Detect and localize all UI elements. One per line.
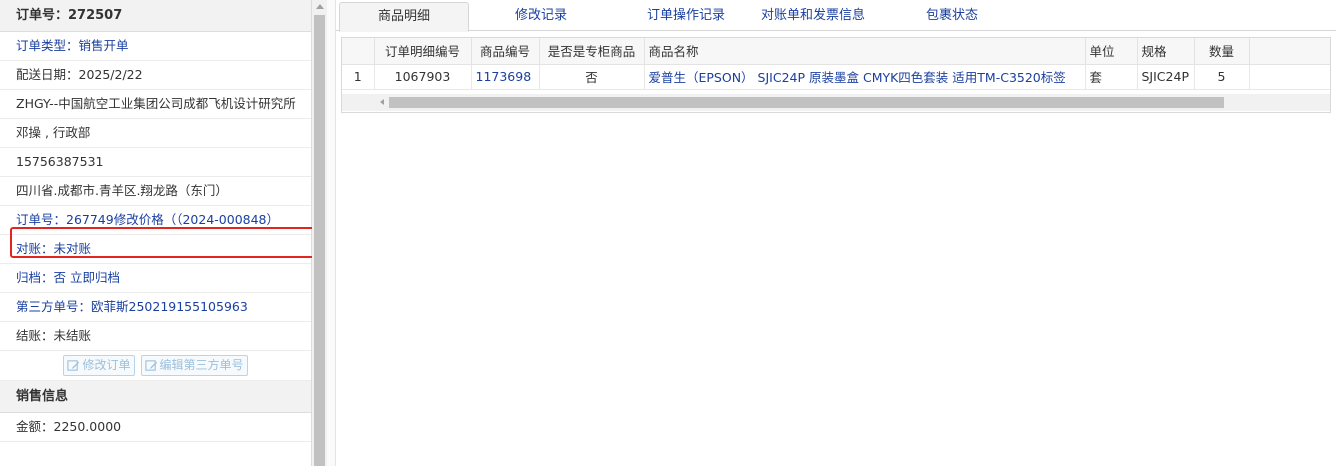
edit-icon bbox=[67, 360, 80, 371]
archive-status: 归档：否 立即归档 bbox=[0, 264, 311, 293]
column-header[interactable]: 是否是专柜商品 bbox=[539, 38, 645, 65]
edit-third-party-button[interactable]: 编辑第三方单号 bbox=[140, 355, 248, 376]
spec-cell: SJIC24P bbox=[1137, 64, 1195, 90]
edit-order-button[interactable]: 修改订单 bbox=[63, 355, 135, 376]
unit-cell: 套 bbox=[1085, 64, 1138, 90]
third-party-order: 第三方单号：欧菲斯250219155105963 bbox=[0, 293, 311, 322]
table-header-row: 订单明细编号 商品编号 是否是专柜商品 商品名称 单位 规格 数量 单价 bbox=[342, 38, 1330, 65]
delivery-address: 四川省.成都市.青羊区.翔龙路（东门） bbox=[0, 177, 311, 206]
detail-panel: 商品明细 修改记录 订单操作记录 对账单和发票信息 包裹状态 订单明细编号 商品… bbox=[336, 0, 1336, 466]
archive-now-link[interactable]: 立即归档 bbox=[70, 270, 120, 285]
order-number-header: 订单号：272507 bbox=[0, 0, 311, 32]
tab-product-details[interactable]: 商品明细 bbox=[339, 2, 469, 32]
table-row[interactable]: 1 1067903 1173698 否 爱普生（EPSON） SJIC24P 原… bbox=[342, 64, 1330, 90]
tab-order-operations[interactable]: 订单操作记录 bbox=[616, 2, 756, 31]
panel-divider[interactable] bbox=[327, 0, 336, 466]
product-grid: 订单明细编号 商品编号 是否是专柜商品 商品名称 单位 规格 数量 单价 1 1… bbox=[341, 37, 1331, 113]
product-table: 订单明细编号 商品编号 是否是专柜商品 商品名称 单位 规格 数量 单价 1 1… bbox=[342, 38, 1330, 90]
scroll-left-arrow-icon[interactable] bbox=[380, 99, 384, 105]
delivery-date: 配送日期：2025/2/22 bbox=[0, 61, 311, 90]
settlement-status: 结账：未结账 bbox=[0, 322, 311, 351]
left-panel-scrollbar[interactable] bbox=[312, 0, 327, 466]
related-order-link[interactable]: 订单号：267749修改价格（（2024-000848） bbox=[0, 206, 311, 235]
tab-package-status[interactable]: 包裹状态 bbox=[902, 2, 1002, 31]
scroll-up-arrow-icon[interactable] bbox=[316, 4, 324, 9]
grid-horizontal-scrollbar[interactable] bbox=[342, 94, 1330, 111]
product-name-link[interactable]: 爱普生（EPSON） SJIC24P 原装墨盒 CMYK四色套装 适用TM-C3… bbox=[644, 64, 1086, 90]
sales-amount: 金额：2250.0000 bbox=[0, 413, 311, 442]
column-header[interactable]: 单位 bbox=[1085, 38, 1138, 65]
detail-tabs: 商品明细 修改记录 订单操作记录 对账单和发票信息 包裹状态 bbox=[336, 0, 1336, 32]
unit-price-cell: 450 bbox=[1249, 64, 1330, 90]
order-type: 订单类型：销售开单 bbox=[0, 32, 311, 61]
row-number: 1 bbox=[342, 64, 375, 90]
order-info-panel: 订单号：272507 订单类型：销售开单 配送日期：2025/2/22 ZHGY… bbox=[0, 0, 312, 466]
column-header[interactable]: 单价 bbox=[1249, 38, 1330, 65]
reconcile-status: 对账：未对账 bbox=[0, 235, 311, 264]
tab-statement-invoice[interactable]: 对账单和发票信息 bbox=[748, 2, 878, 31]
edit-icon bbox=[144, 360, 157, 371]
column-header[interactable]: 订单明细编号 bbox=[374, 38, 472, 65]
column-header[interactable]: 规格 bbox=[1137, 38, 1195, 65]
tab-edit-history[interactable]: 修改记录 bbox=[476, 2, 606, 31]
counter-product-cell: 否 bbox=[539, 64, 645, 90]
contact-phone: 15756387531 bbox=[0, 148, 311, 177]
order-actions: 修改订单 编辑第三方单号 bbox=[0, 351, 311, 381]
customer-company: ZHGY--中国航空工业集团公司成都飞机设计研究所 bbox=[0, 90, 311, 119]
sales-info-header: 销售信息 bbox=[0, 381, 311, 413]
column-header[interactable]: 商品名称 bbox=[644, 38, 1086, 65]
scrollbar-thumb[interactable] bbox=[389, 97, 1224, 108]
product-id-link[interactable]: 1173698 bbox=[471, 64, 540, 90]
column-header[interactable]: 数量 bbox=[1194, 38, 1250, 65]
quantity-cell: 5 bbox=[1194, 64, 1250, 90]
detail-id-cell: 1067903 bbox=[374, 64, 472, 90]
contact-person: 邓操 , 行政部 bbox=[0, 119, 311, 148]
scrollbar-thumb[interactable] bbox=[314, 15, 325, 466]
column-header[interactable]: 商品编号 bbox=[471, 38, 540, 65]
column-header bbox=[342, 38, 375, 65]
